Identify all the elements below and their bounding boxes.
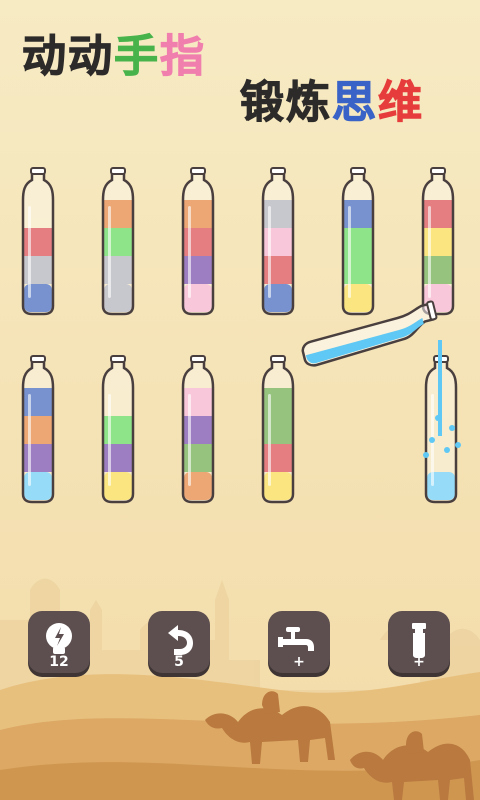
bottle[interactable]: [261, 167, 295, 316]
bottle[interactable]: [21, 167, 55, 316]
headline-word-4: 锻炼: [240, 77, 332, 129]
bottle-shine: [28, 206, 31, 298]
bottle-outline: [101, 170, 135, 316]
headline-line-2: 锻炼思维: [240, 66, 424, 130]
water-stream: [438, 340, 442, 436]
bottle[interactable]: [341, 167, 375, 316]
bottle-shine: [28, 394, 31, 486]
bottle[interactable]: [101, 355, 135, 504]
bottle-shine: [108, 206, 111, 298]
bottle-cap: [190, 167, 206, 175]
add-bottle-add: +: [413, 654, 425, 670]
bottle-outline: [341, 170, 375, 316]
headline-word-2: 手: [114, 31, 160, 83]
bottle-shine: [428, 206, 431, 298]
bottle-cap: [30, 355, 46, 363]
bottle-outline: [181, 170, 215, 316]
hint-count: 12: [49, 654, 69, 670]
faucet-add: +: [293, 654, 305, 670]
bottle[interactable]: [261, 355, 295, 504]
bottle-outline: [181, 358, 215, 504]
bottle-shine: [268, 206, 271, 298]
headline-word-5: 思: [332, 77, 378, 129]
bottle-outline: [21, 358, 55, 504]
bottle[interactable]: [101, 167, 135, 316]
bottle-cap: [430, 167, 446, 175]
faucet-button[interactable]: +: [268, 611, 330, 673]
bottle-cap: [350, 167, 366, 175]
bottle-outline: [421, 170, 455, 316]
bottle-cap: [110, 355, 126, 363]
headline-word-1: 动动: [22, 31, 114, 83]
bottle-cap: [270, 355, 286, 363]
bottle-outline: [101, 358, 135, 504]
bottle-cap: [30, 167, 46, 175]
bottle[interactable]: [181, 167, 215, 316]
bottle-outline: [261, 170, 295, 316]
headline-word-6: 维: [378, 77, 424, 129]
undo-button[interactable]: 5: [148, 611, 210, 673]
bottle-cap: [110, 167, 126, 175]
add-bottle-button[interactable]: +: [388, 611, 450, 673]
undo-count: 5: [174, 654, 184, 670]
bottle-shine: [268, 394, 271, 486]
bottle-outline: [261, 358, 295, 504]
bottle-shine: [188, 394, 191, 486]
hint-button[interactable]: 12: [28, 611, 90, 673]
bottle-shine: [348, 206, 351, 298]
bottle-shine: [108, 394, 111, 486]
bottle-cap: [270, 167, 286, 175]
bottle[interactable]: [181, 355, 215, 504]
bottle-outline: [21, 170, 55, 316]
bottle[interactable]: [421, 167, 455, 316]
bottle-cap: [190, 355, 206, 363]
headline-word-3: 指: [160, 31, 206, 83]
headline-line-1: 动动手指: [22, 20, 206, 84]
bottle-shine: [188, 206, 191, 298]
bottle[interactable]: [21, 355, 55, 504]
